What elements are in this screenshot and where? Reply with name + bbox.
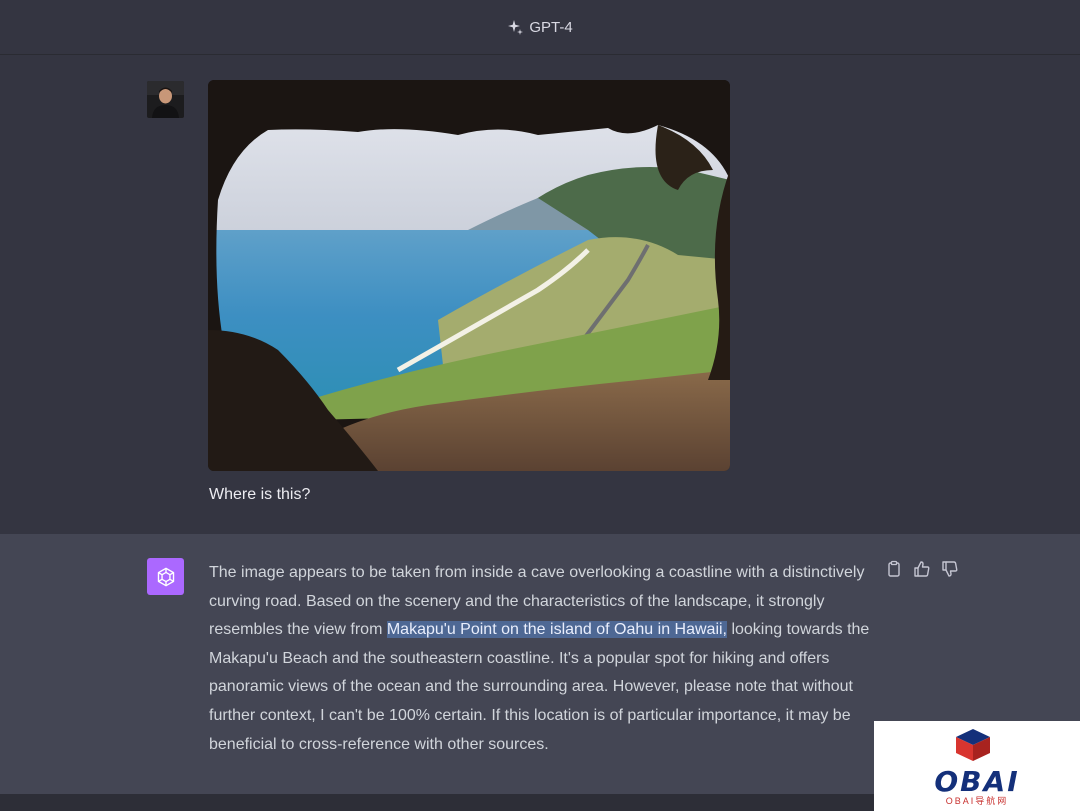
user-message-text: Where is this?	[209, 486, 311, 503]
message-actions	[885, 560, 959, 578]
assistant-message-text: The image appears to be taken from insid…	[209, 559, 877, 759]
answer-text-end: looking towards the Makapu'u Beach and t…	[209, 621, 870, 753]
watermark-subtitle: OBAI导航网	[945, 796, 1009, 806]
sparkle-icon	[508, 20, 524, 35]
uploaded-image[interactable]	[208, 80, 730, 471]
user-message: Where is this?	[0, 55, 1080, 534]
highlighted-text: Makapu'u Point on the island of Oahu in …	[386, 621, 727, 639]
top-bar: GPT-4	[0, 0, 1080, 55]
thumbs-down-icon[interactable]	[941, 560, 959, 578]
model-label[interactable]: GPT-4	[529, 19, 572, 36]
user-avatar	[147, 81, 184, 118]
watermark: OBAI OBAI导航网	[874, 721, 1080, 811]
copy-icon[interactable]	[885, 560, 903, 578]
watermark-logo-icon	[956, 729, 990, 761]
thumbs-up-icon[interactable]	[913, 560, 931, 578]
openai-logo-icon	[147, 558, 184, 595]
